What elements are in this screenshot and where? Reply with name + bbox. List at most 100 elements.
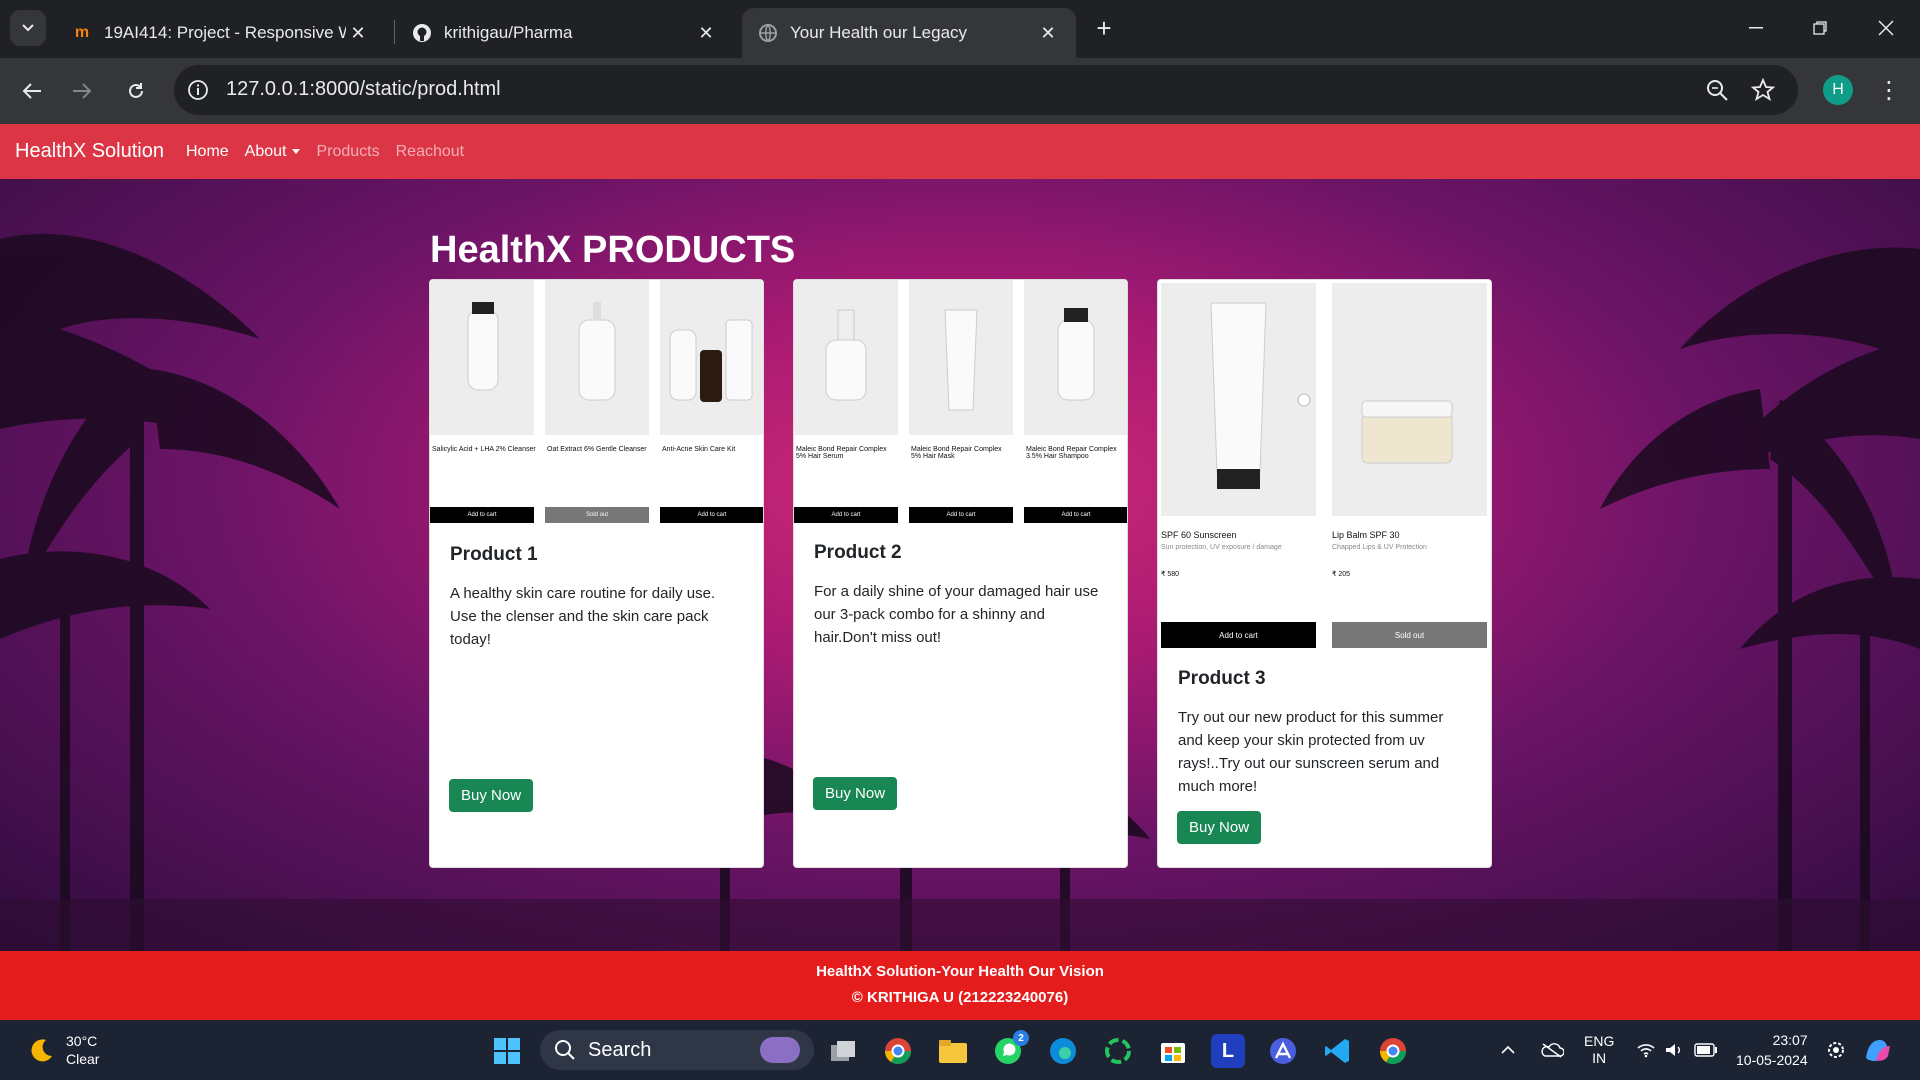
arc-app-icon[interactable]: [1266, 1034, 1300, 1068]
search-label: Search: [588, 1038, 652, 1061]
nav-products[interactable]: Products: [316, 143, 379, 161]
whatsapp-badge: 2: [1013, 1030, 1029, 1046]
edge-icon[interactable]: [1046, 1034, 1080, 1068]
card-body: Product 1 A healthy skin care routine fo…: [430, 526, 763, 669]
add-to-cart-button[interactable]: Add to cart: [1024, 507, 1127, 523]
reload-icon[interactable]: [118, 73, 154, 109]
close-tab-icon[interactable]: ✕: [694, 21, 718, 45]
add-to-cart-button[interactable]: Add to cart: [794, 507, 898, 523]
product-card-1: Salicylic Acid + LHA 2% Cleanser Oat Ext…: [429, 279, 764, 868]
product-thumb: [1332, 283, 1487, 516]
tab-active-health[interactable]: Your Health our Legacy ✕: [742, 8, 1076, 58]
buy-now-button[interactable]: Buy Now: [449, 779, 534, 812]
page-viewport: HealthX Solution Home About Products Rea…: [0, 124, 1920, 1020]
windows-taskbar: 30°C Clear Search 2 L ENG IN 23:07 10-05…: [0, 1020, 1920, 1080]
item-subtitle: Sun protection, UV exposure / damage: [1161, 544, 1282, 551]
sold-out-button[interactable]: Sold out: [545, 507, 649, 523]
close-window-icon[interactable]: [1866, 10, 1906, 46]
notification-settings-icon[interactable]: [1826, 1020, 1846, 1080]
windows-start-icon[interactable]: [490, 1034, 524, 1068]
add-to-cart-button[interactable]: Add to cart: [430, 507, 534, 523]
close-tab-icon[interactable]: ✕: [346, 21, 370, 45]
product-thumb: [430, 280, 534, 435]
system-clock[interactable]: 23:07 10-05-2024: [1736, 1030, 1808, 1070]
back-arrow-icon[interactable]: [14, 73, 50, 109]
whatsapp-icon[interactable]: 2: [991, 1030, 1029, 1068]
card-title: Product 3: [1178, 668, 1266, 689]
chrome-icon[interactable]: [881, 1034, 915, 1068]
add-to-cart-button[interactable]: Add to cart: [909, 507, 1013, 523]
show-hidden-icons[interactable]: [1500, 1020, 1516, 1080]
forward-arrow-icon[interactable]: [64, 73, 100, 109]
zoom-icon[interactable]: [1704, 77, 1730, 103]
search-highlight-icon: [760, 1037, 800, 1063]
buy-now-button[interactable]: Buy Now: [813, 777, 898, 810]
tab-title: 19AI414: Project - Responsive Web: [104, 23, 346, 42]
serum-dropper-icon: [825, 309, 867, 401]
tab-divider: [394, 20, 395, 44]
vscode-icon[interactable]: [1321, 1034, 1355, 1068]
add-to-cart-button[interactable]: Add to cart: [660, 507, 763, 523]
close-tab-icon[interactable]: ✕: [1036, 21, 1060, 45]
nav-home[interactable]: Home: [186, 143, 229, 161]
taskbar-search[interactable]: Search: [540, 1030, 814, 1070]
new-tab-button[interactable]: +: [1090, 13, 1118, 43]
chrome-profile-icon[interactable]: [1376, 1034, 1410, 1068]
profile-avatar[interactable]: H: [1823, 75, 1853, 105]
sold-out-button[interactable]: Sold out: [1332, 622, 1487, 648]
browser-menu-icon[interactable]: ⋮: [1874, 74, 1904, 106]
bookmark-star-icon[interactable]: [1750, 77, 1776, 103]
clock-date: 10-05-2024: [1736, 1052, 1808, 1068]
sync-app-icon[interactable]: [1101, 1034, 1135, 1068]
address-bar[interactable]: 127.0.0.1:8000/static/prod.html: [174, 65, 1798, 115]
nav-about[interactable]: About: [245, 143, 301, 161]
product-thumb: [909, 280, 1013, 435]
caret-down-icon: [292, 148, 301, 154]
wifi-icon[interactable]: [1636, 1020, 1656, 1080]
buy-now-button[interactable]: Buy Now: [1177, 811, 1262, 844]
minimize-icon[interactable]: [1736, 10, 1776, 46]
url-text[interactable]: 127.0.0.1:8000/static/prod.html: [226, 78, 501, 101]
site-footer: HealthX Solution-Your Health Our Vision …: [0, 951, 1920, 1020]
l-app-icon[interactable]: L: [1211, 1034, 1245, 1068]
product-3-image: SPF 60 Sunscreen Sun protection, UV expo…: [1158, 280, 1491, 652]
weather-temp: 30°C: [66, 1033, 98, 1049]
item-name: SPF 60 Sunscreen: [1161, 530, 1237, 540]
product-1-image: Salicylic Acid + LHA 2% Cleanser Oat Ext…: [430, 280, 763, 526]
chevron-down-icon: [22, 24, 34, 32]
weather-widget[interactable]: 30°C Clear: [26, 1032, 99, 1068]
card-title: Product 1: [450, 544, 538, 565]
item-name: Maleic Bond Repair Complex 3.5% Hair Sha…: [1026, 446, 1117, 460]
product-2-image: Maleic Bond Repair Complex 5% Hair Serum…: [794, 280, 1127, 526]
site-info-icon[interactable]: [186, 78, 210, 102]
copilot-icon[interactable]: [1862, 1020, 1892, 1080]
microsoft-store-icon[interactable]: [1156, 1034, 1190, 1068]
card-title: Product 2: [814, 542, 902, 563]
card-body: Product 2 For a daily shine of your dama…: [794, 526, 1127, 667]
pump-bottle-icon: [578, 302, 616, 401]
nav-reachout[interactable]: Reachout: [396, 143, 465, 161]
globe-icon: [758, 23, 778, 43]
task-view-icon[interactable]: [826, 1034, 860, 1068]
tab-github[interactable]: krithigau/Pharma ✕: [396, 8, 734, 58]
file-explorer-icon[interactable]: [936, 1034, 970, 1068]
tab-project[interactable]: m 19AI414: Project - Responsive Web ✕: [56, 8, 386, 58]
onedrive-icon[interactable]: [1540, 1020, 1564, 1080]
item-name: Maleic Bond Repair Complex 5% Hair Mask: [911, 446, 1002, 460]
tab-search-button[interactable]: [10, 10, 46, 46]
skin-kit-icon: [669, 319, 753, 402]
volume-icon[interactable]: [1664, 1020, 1684, 1080]
moodle-icon: m: [74, 24, 90, 41]
item-name: Maleic Bond Repair Complex 5% Hair Serum: [796, 446, 887, 460]
language-indicator[interactable]: ENG IN: [1584, 1020, 1614, 1080]
nav-about-label: About: [244, 142, 287, 160]
search-icon: [555, 1040, 575, 1060]
product-thumb: [1161, 283, 1316, 516]
restore-icon[interactable]: [1800, 10, 1840, 46]
card-text: Try out our new product for this summer …: [1178, 709, 1444, 795]
battery-icon[interactable]: [1694, 1020, 1718, 1080]
page-title: HealthX PRODUCTS: [430, 229, 796, 271]
navbar-brand[interactable]: HealthX Solution: [15, 140, 164, 163]
add-to-cart-button[interactable]: Add to cart: [1161, 622, 1316, 648]
product-thumb: [1024, 280, 1127, 435]
